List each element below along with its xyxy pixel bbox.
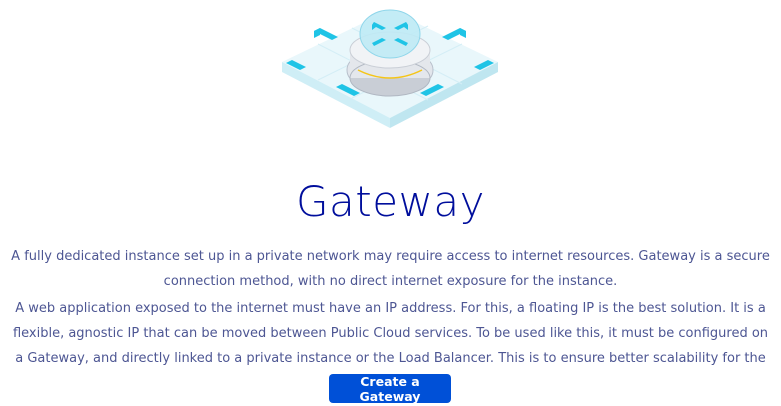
gateway-router-icon (282, 9, 498, 128)
gateway-illustration (278, 0, 502, 132)
create-gateway-button[interactable]: Create a Gateway (329, 374, 451, 404)
page-title: Gateway (295, 177, 486, 226)
gateway-description: A fully dedicated instance set up in a p… (11, 249, 770, 289)
